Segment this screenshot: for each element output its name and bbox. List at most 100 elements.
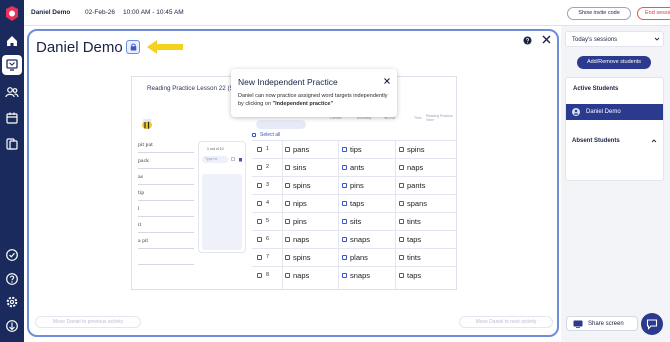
previous-activity-button[interactable]: Move Daniel to previous activity [35, 316, 141, 328]
home-icon[interactable] [5, 34, 19, 48]
add-remove-students-button[interactable]: Add/Remove students [577, 56, 651, 69]
word-checkbox[interactable] [285, 219, 290, 224]
word-checkbox[interactable] [399, 237, 404, 242]
word-cell[interactable]: taps [407, 235, 421, 244]
row-checkbox[interactable] [257, 183, 262, 188]
settings-gear-icon[interactable] [5, 295, 19, 309]
word-cell[interactable]: snaps [350, 271, 370, 280]
todays-sessions-label: Today's sessions [572, 37, 618, 43]
word-checkbox[interactable] [285, 183, 290, 188]
word-checkbox[interactable] [342, 273, 347, 278]
row-checkbox[interactable] [257, 273, 262, 278]
word-cell[interactable]: spins [293, 253, 311, 262]
word-cell[interactable]: taps [350, 199, 364, 208]
word-cell[interactable]: tips [350, 145, 362, 154]
word-checkbox[interactable] [285, 201, 290, 206]
row-checkbox[interactable] [257, 165, 262, 170]
chevron-up-icon [651, 139, 657, 143]
calendar-icon[interactable] [5, 111, 19, 125]
word-cell[interactable]: tints [407, 217, 421, 226]
row-checkbox[interactable] [257, 219, 262, 224]
show-invite-code-button[interactable]: Show invite code [567, 7, 631, 20]
popup-close-icon[interactable] [383, 77, 391, 85]
row-checkbox[interactable] [257, 201, 262, 206]
documents-icon[interactable] [5, 137, 19, 151]
word-checkbox[interactable] [285, 165, 290, 170]
word-cell[interactable]: plans [350, 253, 368, 262]
row-checkbox[interactable] [257, 255, 262, 260]
word-checkbox[interactable] [342, 147, 347, 152]
word-checkbox[interactable] [342, 183, 347, 188]
word-cell[interactable]: naps [293, 235, 309, 244]
help-icon[interactable] [5, 272, 19, 286]
row-number: 3 [266, 182, 270, 188]
word-cell[interactable]: naps [407, 163, 423, 172]
word-cell[interactable]: naps [293, 271, 309, 280]
word-checkbox[interactable] [399, 255, 404, 260]
select-all-label[interactable]: Select all [260, 132, 280, 138]
word-checkbox[interactable] [399, 219, 404, 224]
word-cell[interactable]: spins [407, 145, 425, 154]
word-checkbox[interactable] [342, 219, 347, 224]
row-number: 4 [266, 200, 270, 206]
word-checkbox[interactable] [285, 255, 290, 260]
word-checkbox[interactable] [285, 273, 290, 278]
row-number: 7 [266, 254, 270, 260]
word-cell[interactable]: pants [407, 181, 425, 190]
column-header-view: Reading Practice View [426, 114, 453, 122]
faded-action-button[interactable] [256, 120, 306, 129]
popup-body-highlight: "Independent practice" [272, 101, 334, 107]
help-circle-icon[interactable] [523, 36, 532, 45]
chat-button[interactable] [641, 313, 663, 335]
word-cell[interactable]: snaps [350, 235, 370, 244]
absent-students-section[interactable]: Absent Students [565, 133, 664, 149]
word-cell[interactable]: taps [407, 271, 421, 280]
word-checkbox[interactable] [342, 165, 347, 170]
divider [338, 140, 339, 289]
word-cell[interactable]: pins [350, 181, 364, 190]
word-cell[interactable]: ants [350, 163, 364, 172]
word-checkbox[interactable] [285, 237, 290, 242]
word-cell[interactable]: nips [293, 199, 307, 208]
word-cell[interactable]: pans [293, 145, 309, 154]
row-checkbox[interactable] [257, 147, 262, 152]
trash-icon[interactable] [238, 157, 243, 162]
word-checkbox[interactable] [399, 165, 404, 170]
left-nav [0, 0, 24, 342]
word-checkbox[interactable] [342, 201, 347, 206]
word-checkbox[interactable] [399, 273, 404, 278]
word-cell[interactable]: spins [293, 181, 311, 190]
word-checkbox[interactable] [342, 237, 347, 242]
active-students-heading: Active Students [573, 86, 619, 92]
end-session-button[interactable]: End session [637, 7, 670, 20]
students-icon[interactable] [5, 85, 19, 99]
todays-sessions-dropdown[interactable]: Today's sessions [565, 31, 664, 47]
lock-button[interactable] [126, 40, 140, 54]
nav-session-button[interactable] [2, 55, 22, 75]
word-checkbox[interactable] [285, 147, 290, 152]
word-checkbox[interactable] [399, 147, 404, 152]
select-all-checkbox[interactable] [252, 133, 256, 137]
word-cell[interactable]: spans [407, 199, 427, 208]
word-cell[interactable]: pins [293, 217, 307, 226]
type-input[interactable]: Type he [202, 156, 228, 163]
word-cell[interactable]: sits [350, 217, 361, 226]
check-circle-icon[interactable] [5, 248, 19, 262]
word-checkbox[interactable] [342, 255, 347, 260]
word-cell[interactable]: sins [293, 163, 306, 172]
notebook-row: pack [138, 159, 149, 164]
next-activity-button[interactable]: Move Daniel to next activity [459, 316, 553, 328]
share-screen-button[interactable]: Share screen [566, 316, 638, 331]
close-icon[interactable] [541, 34, 552, 45]
word-cell[interactable]: tints [407, 253, 421, 262]
logout-icon[interactable] [5, 319, 19, 333]
word-checkbox[interactable] [399, 201, 404, 206]
student-item[interactable]: Daniel Demo [566, 104, 663, 120]
row-checkbox[interactable] [257, 237, 262, 242]
word-checkbox[interactable] [399, 183, 404, 188]
active-students-panel: Active Students Daniel Demo [565, 77, 664, 181]
student-activity-card: Daniel Demo Reading Practice Lesson 22 (… [27, 29, 559, 337]
copy-icon[interactable] [231, 157, 236, 162]
chevron-down-icon [654, 37, 660, 41]
notebook-row: pit pat [138, 143, 153, 148]
